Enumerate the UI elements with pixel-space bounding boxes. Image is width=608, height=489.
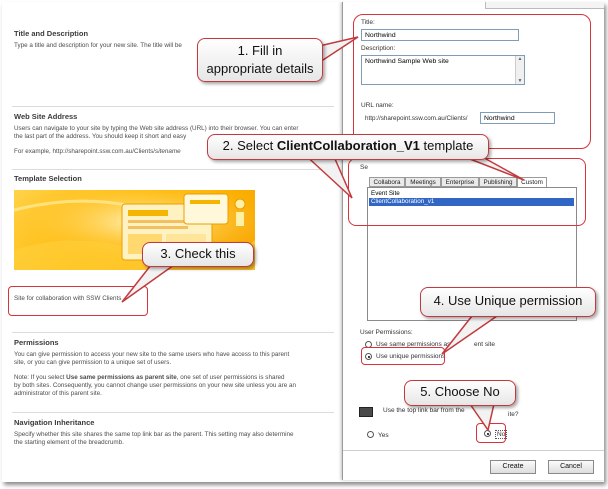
callout-1-line1: 1. Fill in bbox=[237, 43, 283, 58]
callout-2-bold: ClientCollaboration_V1 bbox=[276, 138, 420, 153]
pointer-3 bbox=[121, 264, 177, 303]
pointer-4 bbox=[441, 315, 500, 355]
callout-unique-permission: 4. Use Unique permission bbox=[420, 287, 596, 317]
callout-select-template: 2. Select ClientCollaboration_V1 templat… bbox=[207, 134, 489, 160]
callout-2-prefix: 2. Select bbox=[222, 138, 277, 153]
callout-1-line2: appropriate details bbox=[206, 61, 314, 76]
screenshot-frame: Title and Description Type a title and d… bbox=[2, 2, 604, 482]
pointer-5 bbox=[468, 403, 495, 432]
callout-2-suffix: template bbox=[419, 138, 474, 153]
callout-fill-details: 1. Fill in appropriate details bbox=[197, 38, 323, 82]
callout-choose-no: 5. Choose No bbox=[404, 380, 516, 406]
callout-check-this: 3. Check this bbox=[142, 242, 254, 267]
